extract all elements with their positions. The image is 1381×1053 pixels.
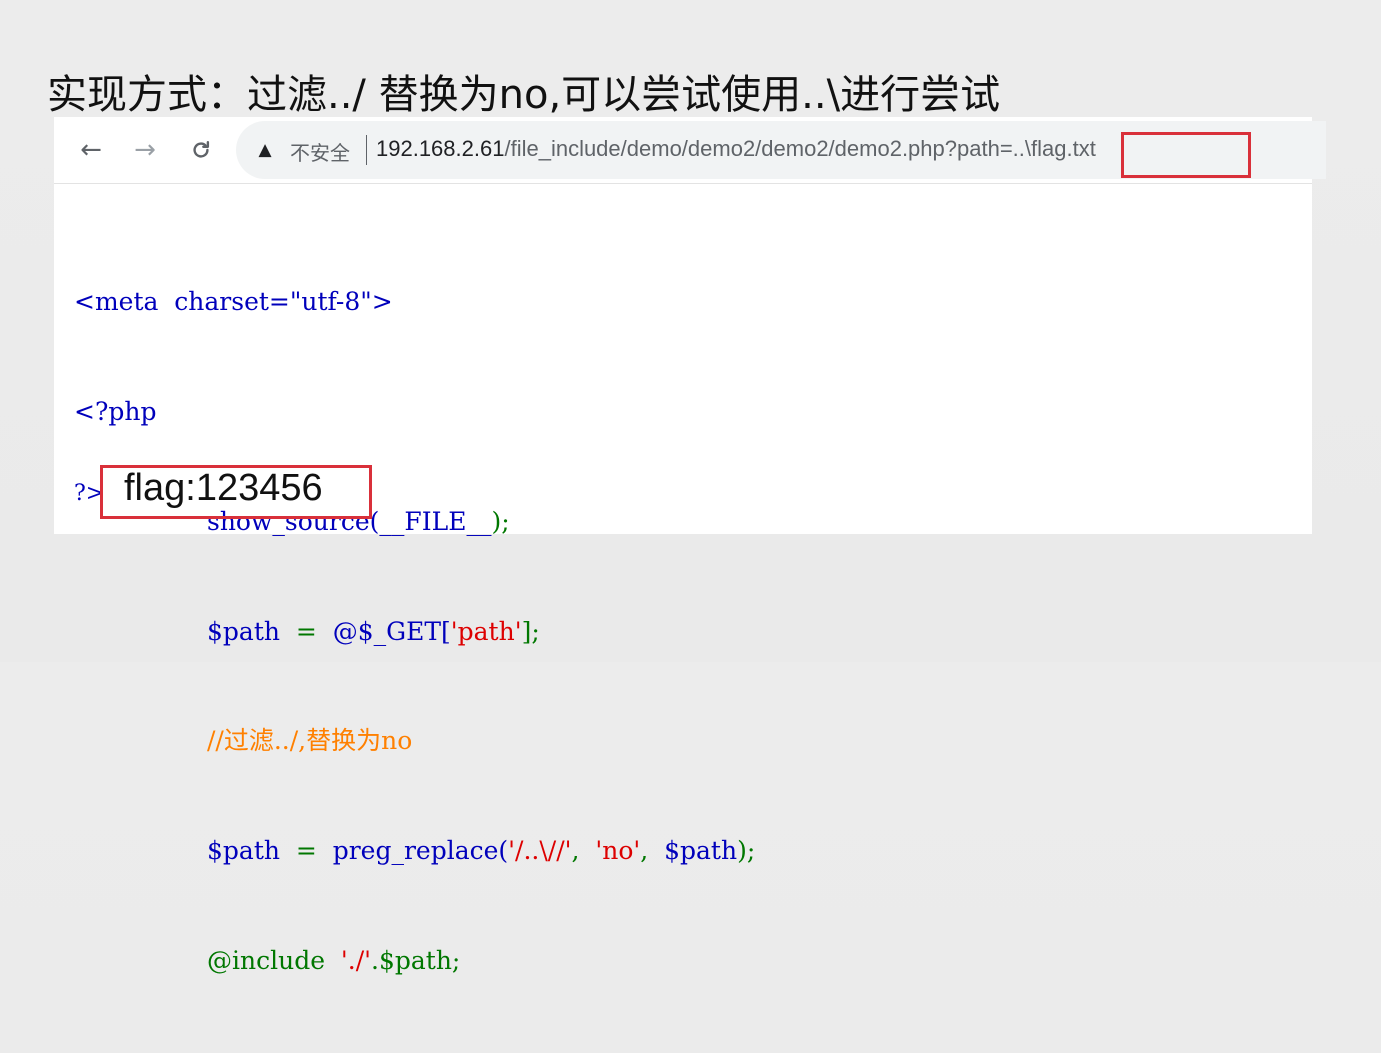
arrow-right-icon[interactable]: → bbox=[130, 135, 160, 165]
url-param-highlight-box bbox=[1121, 132, 1251, 178]
code-comment: //过滤../,替换为no bbox=[207, 726, 413, 756]
code-line: $path = @$_GET['path']; bbox=[74, 614, 755, 651]
code-token: './' bbox=[325, 945, 372, 975]
code-token: preg_replace( bbox=[332, 836, 509, 866]
code-token: ]; bbox=[521, 616, 540, 646]
arrow-left-icon[interactable]: ← bbox=[76, 135, 106, 165]
url-path: /file_include/demo/demo2/demo2/demo2.php… bbox=[504, 136, 1096, 161]
url-host: 192.168.2.61 bbox=[376, 136, 505, 161]
code-token: @$_GET[ bbox=[332, 616, 451, 646]
code-line: <?php bbox=[74, 394, 755, 431]
url-text[interactable]: 192.168.2.61/file_include/demo/demo2/dem… bbox=[376, 136, 1096, 162]
code-token: charset="utf-8"> bbox=[158, 287, 393, 317]
security-label[interactable]: 不安全 bbox=[290, 137, 350, 166]
browser-toolbar: ← → ▲ 不安全 192.168.2.61/file_include/demo… bbox=[54, 117, 1326, 184]
code-token: , bbox=[640, 836, 665, 866]
code-line: //过滤../,替换为no bbox=[74, 723, 755, 760]
code-token: ); bbox=[737, 836, 756, 866]
code-token: 'no' bbox=[595, 836, 641, 866]
code-token: $path bbox=[664, 836, 738, 866]
code-token: = bbox=[279, 616, 333, 646]
code-token: @include bbox=[207, 945, 325, 975]
reload-icon[interactable] bbox=[186, 135, 216, 165]
code-token: <meta bbox=[74, 287, 159, 317]
code-token: .$path; bbox=[371, 945, 461, 975]
code-line: $path = preg_replace('/..\//', 'no', $pa… bbox=[74, 833, 755, 870]
code-token: $path bbox=[207, 836, 280, 866]
slide-title: 实现方式：过滤../ 替换为no,可以尝试使用..\进行尝试 bbox=[47, 72, 1001, 118]
code-token: __FILE__ bbox=[379, 506, 492, 536]
warning-triangle-icon[interactable]: ▲ bbox=[254, 139, 276, 161]
code-token: 'path' bbox=[450, 616, 522, 646]
php-source-view: <meta charset="utf-8"> <?php show_source… bbox=[74, 211, 755, 1053]
flag-output: flag:123456 bbox=[124, 467, 323, 509]
code-token: ); bbox=[491, 506, 510, 536]
code-token: = bbox=[279, 836, 333, 866]
code-line: <meta charset="utf-8"> bbox=[74, 284, 755, 321]
code-token: <?php bbox=[74, 396, 157, 426]
reload-icon-svg bbox=[193, 141, 210, 158]
code-line: @include './'.$path; bbox=[74, 943, 755, 980]
code-token: , bbox=[571, 836, 596, 866]
code-token: '/..\//' bbox=[508, 836, 572, 866]
code-token: $path bbox=[207, 616, 280, 646]
address-separator bbox=[366, 135, 367, 165]
browser-window: ← → ▲ 不安全 192.168.2.61/file_include/demo… bbox=[54, 117, 1326, 975]
